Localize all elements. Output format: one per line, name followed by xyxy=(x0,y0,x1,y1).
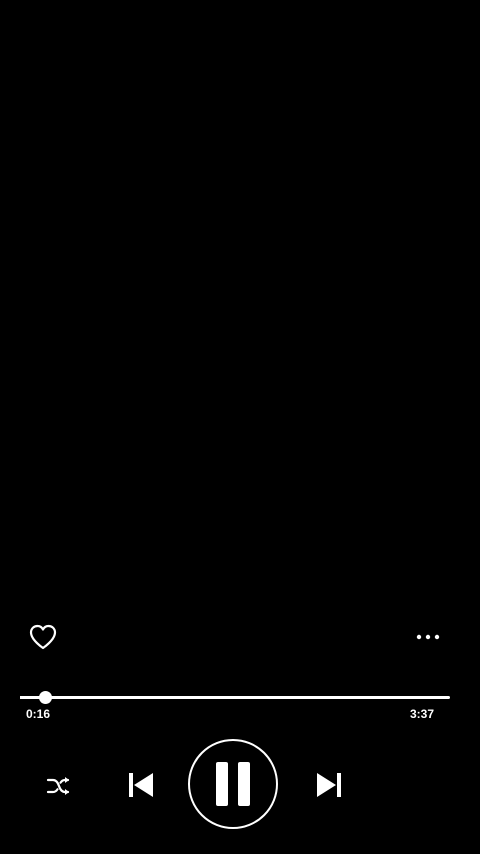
skip-next-icon xyxy=(317,773,341,797)
artwork-area xyxy=(0,0,480,600)
previous-track-button[interactable] xyxy=(120,764,162,806)
progress-handle[interactable] xyxy=(38,691,52,704)
progress-slider[interactable] xyxy=(20,690,450,706)
next-track-button[interactable] xyxy=(308,764,350,806)
more-horizontal-icon xyxy=(416,634,440,640)
more-options-button[interactable] xyxy=(408,624,448,650)
heart-icon xyxy=(29,624,57,650)
progress-track xyxy=(20,696,450,699)
pause-icon xyxy=(216,762,250,806)
shuffle-button[interactable] xyxy=(40,768,78,804)
like-button[interactable] xyxy=(24,619,62,655)
elapsed-time: 0:16 xyxy=(26,707,51,721)
play-pause-button[interactable] xyxy=(188,739,278,829)
total-duration: 3:37 xyxy=(409,707,434,721)
skip-previous-icon xyxy=(129,773,153,797)
shuffle-icon xyxy=(46,777,70,795)
